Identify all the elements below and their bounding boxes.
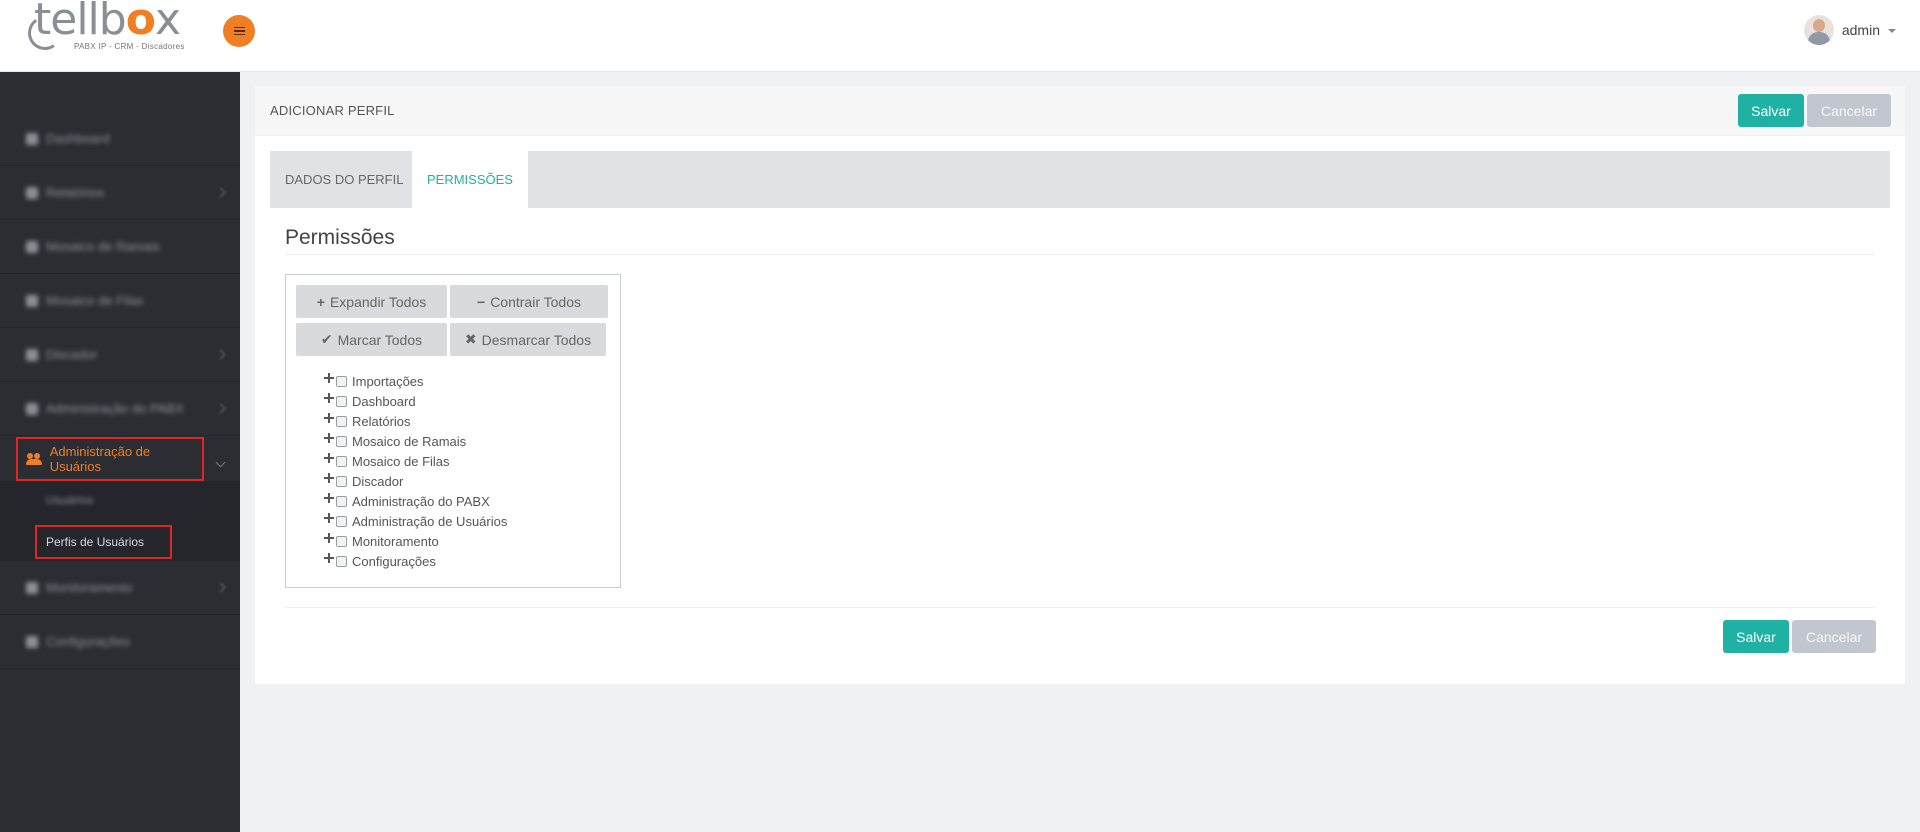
expand-plus-icon[interactable] — [324, 393, 334, 403]
sidebar-item-mosaico-ramais[interactable]: Mosaico de Ramais — [0, 220, 240, 274]
save-button-bottom[interactable]: Salvar — [1723, 620, 1789, 653]
sidebar-item-admin-pabx[interactable]: Administração do PABX — [0, 382, 240, 436]
sidebar-item-discador[interactable]: Discador — [0, 328, 240, 382]
sidebar-item-monitoramento[interactable]: Monitoramento — [0, 561, 240, 615]
caret-down-icon — [1888, 29, 1896, 33]
tree-item: Discador — [324, 471, 403, 491]
hamburger-icon[interactable] — [223, 15, 255, 47]
x-icon: ✖ — [464, 331, 477, 347]
expand-plus-icon[interactable] — [324, 473, 334, 483]
divider — [285, 607, 1875, 608]
minus-icon: − — [477, 293, 486, 310]
phone-icon — [26, 348, 38, 361]
logo-text: tellbox — [34, 0, 181, 45]
cancel-button-bottom[interactable]: Cancelar — [1792, 620, 1876, 653]
expand-all-button[interactable]: + Expandir Todos — [296, 285, 447, 318]
expand-plus-icon[interactable] — [324, 533, 334, 543]
divider — [285, 254, 1875, 255]
checkbox[interactable] — [336, 515, 347, 527]
sidebar-item-mosaico-filas[interactable]: Mosaico de Filas — [0, 274, 240, 328]
tellbox-logo[interactable]: tellbox PABX IP - CRM - Discadores — [25, 0, 196, 60]
report-icon — [26, 186, 38, 199]
cancel-button-top[interactable]: Cancelar — [1807, 94, 1891, 127]
checkbox[interactable] — [336, 395, 347, 407]
panel-header: ADICIONAR PERFIL Salvar Cancelar — [255, 86, 1905, 136]
user-name: admin — [1841, 22, 1880, 38]
tree-item: Mosaico de Filas — [324, 451, 450, 471]
grid-icon — [26, 240, 38, 253]
expand-plus-icon[interactable] — [324, 513, 334, 523]
checkbox[interactable] — [336, 435, 347, 447]
permissions-tree-box: + Expandir Todos − Contrair Todos ✔ Marcar … — [285, 274, 621, 588]
logo-subtitle: PABX IP - CRM - Discadores — [74, 42, 185, 51]
plus-icon: + — [316, 293, 325, 310]
section-title: Permissões — [285, 226, 395, 249]
expand-plus-icon[interactable] — [324, 413, 334, 423]
chevron-right-icon — [215, 349, 226, 360]
checkbox[interactable] — [336, 455, 347, 467]
sidebar-item-configuracoes[interactable]: Configurações — [0, 615, 240, 669]
user-menu[interactable]: admin — [1803, 14, 1896, 46]
avatar — [1803, 15, 1834, 45]
page-title: ADICIONAR PERFIL — [270, 103, 395, 118]
tree-item: Dashboard — [324, 391, 416, 411]
uncheck-all-button[interactable]: ✖ Desmarcar Todos — [450, 323, 606, 356]
tab-dados-perfil[interactable]: DADOS DO PERFIL — [270, 151, 418, 208]
sidebar-subitem-usuarios[interactable]: Usuários — [46, 493, 93, 507]
main-panel: ADICIONAR PERFIL Salvar Cancelar DADOS D… — [255, 86, 1905, 684]
chevron-right-icon — [215, 403, 226, 414]
gear-icon — [26, 635, 38, 648]
queue-icon — [26, 294, 38, 307]
collapse-all-button[interactable]: − Contrair Todos — [450, 285, 608, 318]
sidebar-subitem-perfis[interactable]: Perfis de Usuários — [35, 525, 172, 559]
top-bar: tellbox PABX IP - CRM - Discadores admin — [0, 0, 1920, 72]
checkbox[interactable] — [336, 375, 347, 387]
expand-plus-icon[interactable] — [324, 433, 334, 443]
chevron-down-icon — [215, 457, 226, 468]
tab-bar: DADOS DO PERFIL PERMISSÕES — [270, 151, 1890, 208]
checkbox[interactable] — [336, 495, 347, 507]
check-icon: ✔ — [320, 331, 333, 347]
tree-item: Configurações — [324, 551, 436, 571]
cog-icon — [26, 402, 38, 415]
expand-plus-icon[interactable] — [324, 373, 334, 383]
tree-item: Mosaico de Ramais — [324, 431, 466, 451]
sidebar-item-dashboard[interactable]: Dashboard — [0, 112, 240, 166]
tree-item: Administração de Usuários — [324, 511, 507, 531]
sidebar-item-admin-usuarios[interactable]: Administração de Usuários — [16, 437, 204, 481]
tree-item: Monitoramento — [324, 531, 439, 551]
tree-item: Administração do PABX — [324, 491, 490, 511]
checkbox[interactable] — [336, 555, 347, 567]
tree-item: Relatórios — [324, 411, 411, 431]
monitor-icon — [26, 581, 38, 594]
dashboard-icon — [26, 132, 38, 145]
expand-plus-icon[interactable] — [324, 553, 334, 563]
save-button-top[interactable]: Salvar — [1738, 94, 1804, 127]
tab-permissoes[interactable]: PERMISSÕES — [412, 151, 528, 208]
check-all-button[interactable]: ✔ Marcar Todos — [296, 323, 447, 356]
chevron-right-icon — [215, 187, 226, 198]
checkbox[interactable] — [336, 415, 347, 427]
chevron-right-icon — [215, 582, 226, 593]
checkbox[interactable] — [336, 535, 347, 547]
users-icon — [26, 453, 42, 465]
checkbox[interactable] — [336, 475, 347, 487]
tree-item: Importações — [324, 371, 424, 391]
sidebar-item-relatorios[interactable]: Relatórios — [0, 166, 240, 220]
expand-plus-icon[interactable] — [324, 453, 334, 463]
expand-plus-icon[interactable] — [324, 493, 334, 503]
